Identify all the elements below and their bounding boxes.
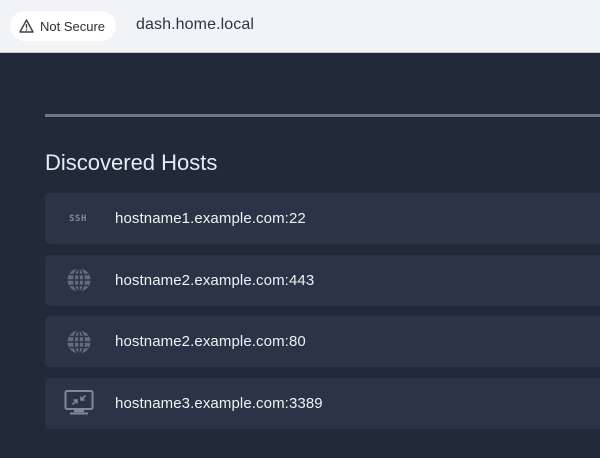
host-label: hostname2.example.com:80 xyxy=(115,333,306,350)
url-text[interactable]: dash.home.local xyxy=(136,16,254,34)
security-indicator-button[interactable]: Not Secure xyxy=(10,11,117,41)
host-label: hostname3.example.com:3389 xyxy=(115,394,323,412)
section-title: Discovered Hosts xyxy=(45,150,218,175)
globe-icon xyxy=(45,255,113,306)
warning-icon xyxy=(19,19,34,33)
globe-icon xyxy=(45,316,113,367)
host-row[interactable]: hostname2.example.com:443 xyxy=(45,254,600,306)
host-label: hostname2.example.com:443 xyxy=(115,271,315,289)
host-row[interactable]: SSH hostname1.example.com:22 xyxy=(45,193,600,244)
host-row[interactable]: hostname2.example.com:80 xyxy=(45,316,600,367)
section-divider xyxy=(45,114,600,117)
host-label: hostname1.example.com:22 xyxy=(115,210,306,227)
host-list: SSH hostname1.example.com:22 hostname2.e… xyxy=(45,193,600,439)
security-label: Not Secure xyxy=(40,18,106,34)
host-row[interactable]: hostname3.example.com:3389 xyxy=(45,377,600,429)
ssh-icon: SSH xyxy=(45,193,113,244)
address-bar[interactable]: Not Secure dash.home.local xyxy=(0,0,600,53)
ssh-icon-text: SSH xyxy=(69,213,87,224)
remote-desktop-icon xyxy=(45,378,113,429)
